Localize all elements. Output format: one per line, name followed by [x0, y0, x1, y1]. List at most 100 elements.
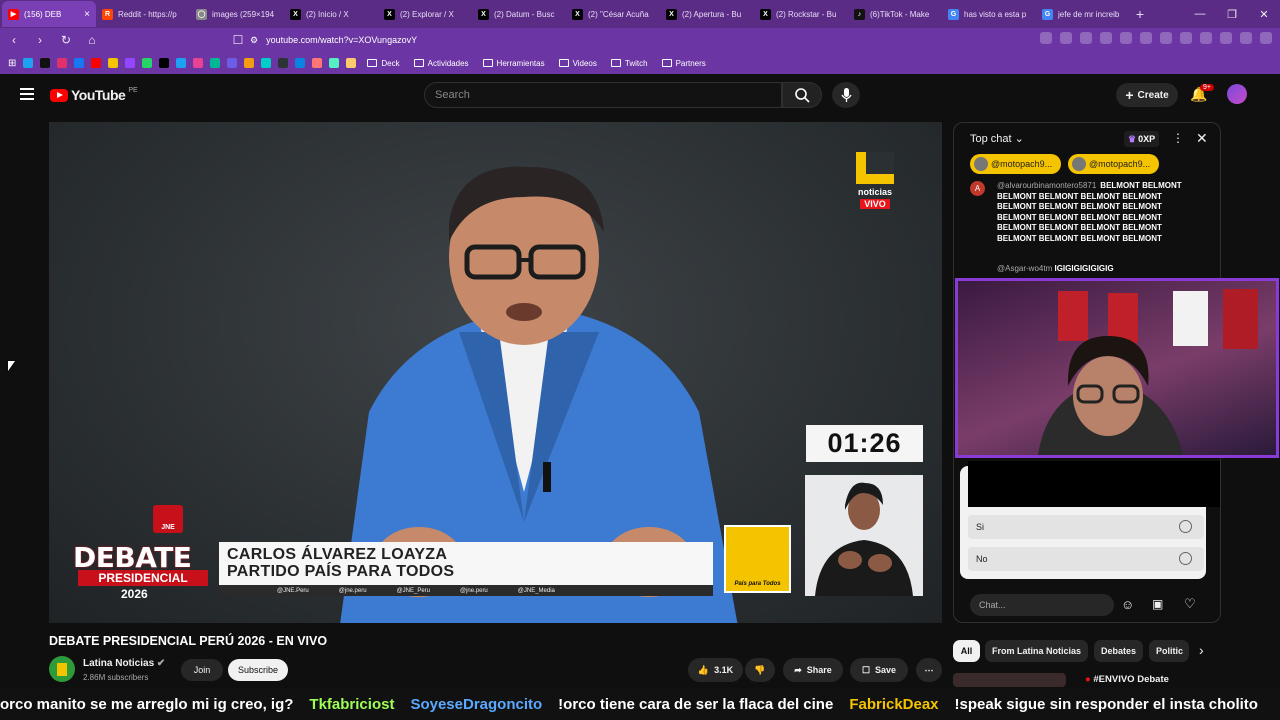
bookmark-folder[interactable]: Twitch [610, 59, 648, 68]
browser-tab[interactable]: Gjefe de mr increib [1036, 1, 1130, 27]
chat-mode-dropdown[interactable]: Top chat ⌄ [970, 132, 1024, 145]
bookmark-favicon-icon[interactable] [210, 58, 221, 68]
extension-icon[interactable] [1120, 32, 1132, 44]
related-thumbnail[interactable] [953, 673, 1066, 687]
bookmark-favicon-icon[interactable] [261, 58, 272, 68]
bookmark-folder[interactable]: Herramientas [482, 59, 545, 68]
search-button[interactable] [782, 82, 822, 108]
bookmark-favicon-icon[interactable] [125, 58, 136, 68]
bookmark-favicon-icon[interactable] [159, 58, 170, 68]
pinned-chip[interactable]: @motopach9... [970, 154, 1061, 174]
browser-tab[interactable]: ♪ (6)TikTok - Make [848, 1, 942, 27]
browser-tab[interactable]: R Reddit - https://p [96, 1, 190, 27]
save-button[interactable]: ☐ Save [850, 658, 908, 682]
xp-badge[interactable]: ♛ 0XP [1124, 131, 1160, 147]
bookmark-favicon-icon[interactable] [74, 58, 85, 68]
bookmark-favicon-icon[interactable] [244, 58, 255, 68]
search-input[interactable]: Search [424, 82, 782, 108]
chip-all[interactable]: All [953, 640, 980, 662]
channel-name[interactable]: Latina Noticias ✔ [83, 658, 165, 669]
bookmark-favicon-icon[interactable] [142, 58, 153, 68]
browser-tab[interactable]: X (2) Datum - Busc [472, 1, 566, 27]
extension-icon[interactable] [1160, 32, 1172, 44]
browser-tab[interactable]: X (2) Explorar / X [378, 1, 472, 27]
minimize-button[interactable]: — [1184, 8, 1216, 20]
extension-icon[interactable] [1200, 32, 1212, 44]
share-button[interactable]: ➦ Share [783, 658, 843, 682]
extension-icon[interactable] [1180, 32, 1192, 44]
channel-avatar[interactable] [49, 656, 75, 682]
extension-icon[interactable] [1220, 32, 1232, 44]
menu-icon[interactable] [20, 88, 34, 100]
bookmark-folder[interactable]: Actividades [413, 59, 469, 68]
bookmark-favicon-icon[interactable] [57, 58, 68, 68]
bookmark-favicon-icon[interactable] [91, 58, 102, 68]
bookmark-favicon-icon[interactable] [295, 58, 306, 68]
forward-icon[interactable]: › [32, 33, 48, 47]
bookmark-folder[interactable]: Videos [558, 59, 597, 68]
bookmark-folder[interactable]: Deck [367, 59, 400, 68]
related-title[interactable]: ● #ENVIVO Debate [1085, 674, 1169, 685]
close-tab-icon[interactable]: × [84, 9, 90, 20]
bookmark-favicon-icon[interactable] [108, 58, 119, 68]
browser-tab[interactable]: X (2) Rockstar - Bu [754, 1, 848, 27]
bookmark-favicon-icon[interactable] [346, 58, 357, 68]
browser-tab[interactable]: X (2) Apertura - Bu [660, 1, 754, 27]
poll-option[interactable]: Si [968, 515, 1204, 539]
bookmark-folder[interactable]: Partners [661, 59, 706, 68]
chip-debates[interactable]: Debates [1094, 640, 1143, 662]
apps-icon[interactable]: ⊞ [8, 58, 16, 69]
super-chat-icon[interactable]: ▣ [1152, 597, 1163, 611]
browser-tab[interactable]: ▶ (156) DEB × [2, 1, 96, 27]
emoji-icon[interactable]: ☺ [1121, 597, 1134, 612]
like-button[interactable]: 👍 3.1K [688, 658, 743, 682]
home-icon[interactable]: ⌂ [84, 33, 100, 47]
create-button[interactable]: + Create [1116, 83, 1178, 107]
extension-icon[interactable] [1100, 32, 1112, 44]
extension-icon[interactable] [1040, 32, 1052, 44]
chat-author[interactable]: @Asgar-wo4tm [997, 264, 1052, 273]
menu-icon[interactable] [1260, 32, 1272, 44]
extension-icon[interactable] [1140, 32, 1152, 44]
bookmark-favicon-icon[interactable] [227, 58, 238, 68]
bookmark-favicon-icon[interactable] [176, 58, 187, 68]
extension-icon[interactable] [1240, 32, 1252, 44]
more-actions-button[interactable]: ⋯ [916, 658, 942, 682]
site-info-icon[interactable]: ⚙ [250, 35, 258, 46]
more-vert-icon[interactable]: ⋮ [1172, 131, 1184, 145]
browser-tab[interactable]: Ghas visto a esta p [942, 1, 1036, 27]
voice-search-button[interactable] [832, 82, 860, 108]
bookmark-favicon-icon[interactable] [193, 58, 204, 68]
avatar[interactable] [1227, 84, 1247, 104]
pinned-chip[interactable]: @motopach9... [1068, 154, 1159, 174]
bookmark-favicon-icon[interactable] [312, 58, 323, 68]
chat-input[interactable]: Chat... [970, 594, 1114, 616]
close-icon[interactable]: ✕ [1196, 130, 1208, 147]
chip-from-channel[interactable]: From Latina Noticias [985, 640, 1088, 662]
chevron-right-icon[interactable]: › [1199, 642, 1204, 658]
browser-tab[interactable]: X (2) "César Acuña [566, 1, 660, 27]
close-window-button[interactable]: ✕ [1248, 8, 1280, 21]
restore-button[interactable]: ❐ [1216, 8, 1248, 21]
chip-politics[interactable]: Politic [1149, 640, 1189, 662]
bookmark-favicon-icon[interactable] [329, 58, 340, 68]
bookmark-favicon-icon[interactable] [278, 58, 289, 68]
subscribe-button[interactable]: Subscribe [228, 659, 288, 681]
bookmark-favicon-icon[interactable] [40, 58, 51, 68]
bookmark-favicon-icon[interactable] [23, 58, 34, 68]
video-player[interactable]: noticias VIVO 01:26 JNE DEBATE PRESIDENC… [49, 122, 942, 623]
join-button[interactable]: Join [181, 659, 223, 681]
back-icon[interactable]: ‹ [6, 33, 22, 47]
browser-tab[interactable]: ◯ images (259×194 [190, 1, 284, 27]
extension-icon[interactable] [1080, 32, 1092, 44]
extension-icon[interactable] [1060, 32, 1072, 44]
address-bar[interactable]: ⚙ youtube.com/watch?v=XOVungazovY [250, 31, 970, 49]
chat-author[interactable]: @alvarourbinamontero5871 [997, 181, 1096, 190]
bookmark-icon[interactable]: ☐ [230, 33, 246, 47]
poll-option[interactable]: No [968, 547, 1204, 571]
new-tab-button[interactable]: + [1130, 6, 1150, 22]
dislike-button[interactable]: 👎 [745, 658, 775, 682]
heart-icon[interactable]: ♡ [1184, 596, 1196, 612]
browser-tab[interactable]: X (2) Inicio / X [284, 1, 378, 27]
youtube-logo[interactable]: YouTube PE [50, 87, 138, 103]
